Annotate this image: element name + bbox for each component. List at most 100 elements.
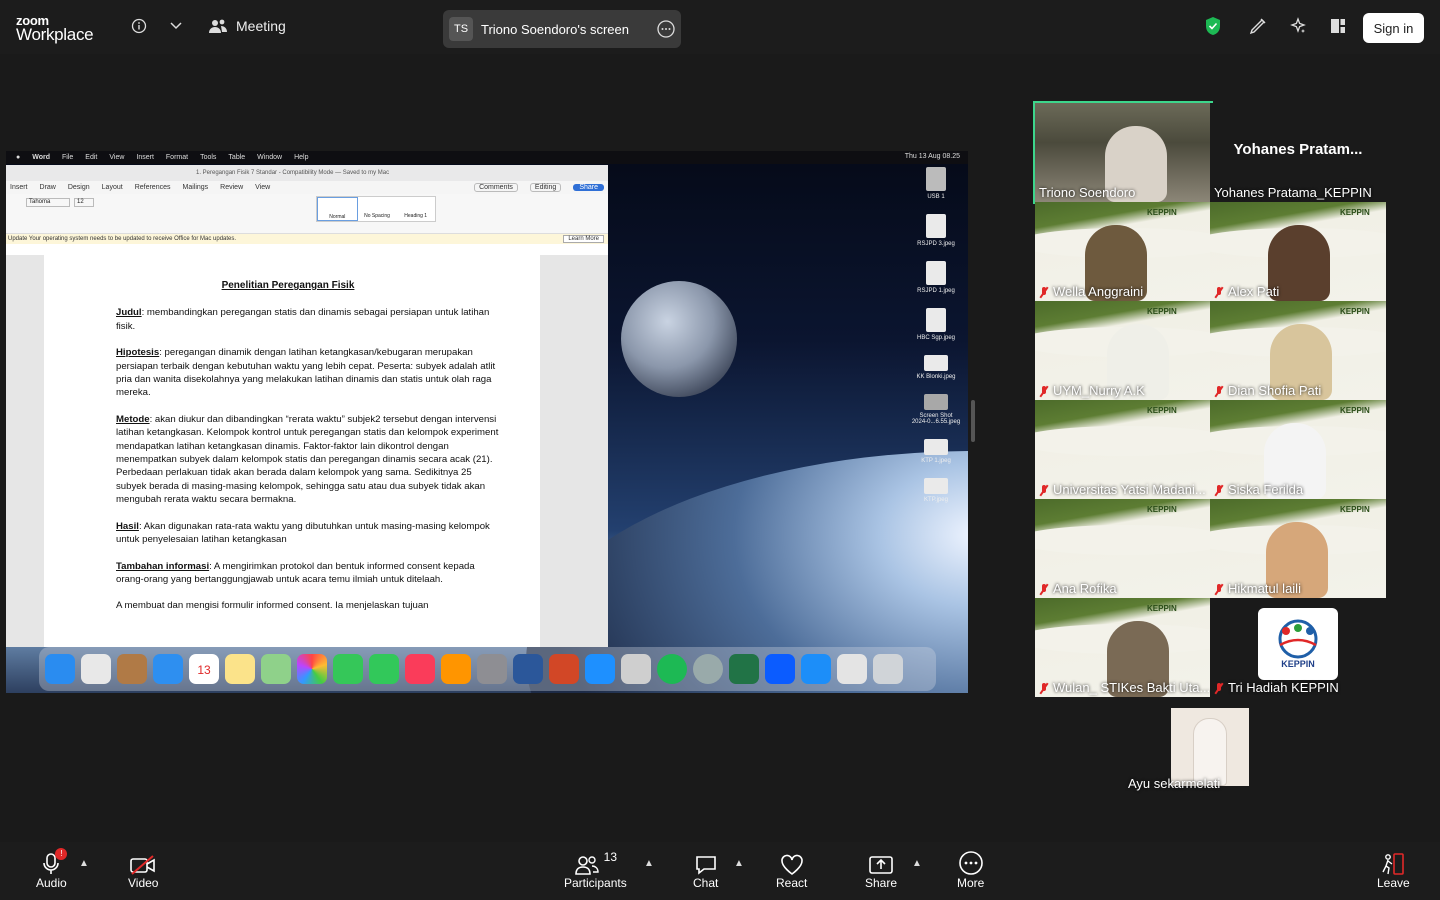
desktop-file: KTP.jpeg (911, 478, 961, 503)
participants-icon: 13 (574, 850, 617, 876)
participant-name-large: Yohanes Pratam... (1233, 141, 1363, 158)
participant-name: Universitas Yatsi Madani... (1053, 482, 1206, 497)
sign-in-button[interactable]: Sign in (1363, 13, 1424, 43)
participants-options-caret[interactable]: ▲ (644, 858, 654, 869)
word-title-bar: 1. Peregangan Fisik 7 Standar - Compatib… (6, 165, 608, 181)
annotate-icon[interactable] (1246, 14, 1270, 38)
video-tile-hikmatul[interactable]: KEPPIN Hikmatul laili (1210, 499, 1386, 598)
doc-paragraph: Tambahan informasi: A mengirimkan protok… (116, 560, 475, 585)
desktop-file: RSJPD 1.jpeg (911, 261, 961, 294)
video-tile-wulan[interactable]: KEPPIN Wulan_ STIKes Bakti Uta... (1035, 598, 1211, 697)
video-tile-tri-hadiah[interactable]: KEPPIN Tri Hadiah KEPPIN (1210, 598, 1386, 697)
styles-gallery: Normal No Spacing Heading 1 (316, 196, 436, 222)
messages-icon (333, 654, 363, 684)
screen-share-label: Triono Soendoro's screen (481, 21, 629, 37)
music-icon (405, 654, 435, 684)
audio-alert-badge: ! (55, 848, 68, 860)
chevron-down-icon[interactable] (164, 14, 188, 38)
more-label: More (957, 876, 985, 890)
tab-layout: Layout (101, 184, 123, 191)
participant-name: Ana Rofika (1053, 581, 1117, 596)
document-page: Penelitian Peregangan Fisik Judul: memba… (44, 255, 540, 647)
participant-name: UYM_Nurry A.K (1053, 383, 1145, 398)
participants-button[interactable]: 13 Participants (564, 850, 627, 890)
facetime-icon (369, 654, 399, 684)
video-tile-alex[interactable]: KEPPIN Alex Pati (1210, 202, 1386, 301)
more-options-icon[interactable] (657, 20, 675, 41)
books-icon (441, 654, 471, 684)
word-app-icon (513, 654, 543, 684)
share-doc-button: Share (573, 184, 604, 191)
top-bar: zoom Workplace Meeting TS Triono Soendor… (0, 0, 1440, 54)
audio-button[interactable]: ! Audio (36, 848, 68, 890)
app-store-icon (801, 654, 831, 684)
video-tile-yatsi[interactable]: KEPPIN Universitas Yatsi Madani... (1035, 400, 1211, 499)
leave-button[interactable]: Leave (1377, 850, 1410, 890)
view-layout-icon[interactable] (1326, 14, 1350, 38)
powerpoint-icon (549, 654, 579, 684)
video-tile-siska[interactable]: KEPPIN Siska Ferilda (1210, 400, 1386, 499)
mic-muted-icon (1039, 484, 1049, 495)
video-off-icon (129, 850, 157, 876)
panel-resize-handle[interactable] (971, 400, 975, 442)
screen-share-indicator[interactable]: TS Triono Soendoro's screen (443, 10, 681, 48)
notes-icon (225, 654, 255, 684)
video-button[interactable]: Video (128, 850, 158, 890)
more-button[interactable]: More (957, 850, 984, 890)
chat-options-caret[interactable]: ▲ (734, 858, 744, 869)
video-tile-nurry[interactable]: KEPPIN UYM_Nurry A.K (1035, 301, 1211, 400)
video-tile-ayu[interactable] (1171, 708, 1249, 786)
participant-name: Alex Pati (1228, 284, 1280, 299)
ai-companion-icon[interactable] (1286, 14, 1310, 38)
tab-design: Design (67, 184, 90, 191)
keppin-banner-text: KEPPIN (1147, 307, 1177, 316)
keppin-banner-text: KEPPIN (1340, 307, 1370, 316)
share-button[interactable]: Share (865, 850, 897, 890)
video-tile-dian[interactable]: KEPPIN Dian Shofia Pati (1210, 301, 1386, 400)
meeting-info[interactable]: Meeting (208, 18, 286, 34)
participant-name: Hikmatul laili (1228, 581, 1301, 596)
people-icon (209, 19, 227, 33)
mic-muted-icon (1039, 682, 1049, 693)
video-tile-triono[interactable]: Triono Soendoro (1033, 101, 1213, 204)
chat-button[interactable]: Chat (693, 850, 718, 890)
update-banner: Update Your operating system needs to be… (6, 234, 608, 244)
microphone-icon: ! (41, 848, 68, 876)
tab-view: View (255, 184, 271, 191)
react-label: React (776, 876, 808, 890)
info-icon[interactable] (127, 14, 151, 38)
shared-screen: ● Word File Edit View Insert Format Tool… (6, 151, 968, 693)
calendar-icon: 13 (189, 654, 219, 684)
meeting-label: Meeting (236, 18, 286, 34)
react-button[interactable]: React (776, 850, 807, 890)
shield-icon[interactable] (1201, 14, 1225, 38)
share-options-caret[interactable]: ▲ (912, 858, 922, 869)
menu-file: File (62, 154, 74, 161)
video-tile-yohanes[interactable]: Yohanes Pratam... Yohanes Pratama_KEPPIN (1210, 103, 1386, 202)
menu-insert: Insert (136, 154, 154, 161)
video-tile-ana[interactable]: KEPPIN Ana Rofika (1035, 499, 1211, 598)
comments-button: Comments (474, 183, 518, 192)
maps-icon (261, 654, 291, 684)
document-title: Penelitian Peregangan Fisik (221, 280, 355, 291)
more-icon (958, 850, 984, 876)
chat-label: Chat (693, 876, 719, 890)
video-tile-wella[interactable]: KEPPIN Wella Anggraini (1035, 202, 1211, 301)
doc-paragraph: Judul: membandingkan peregangan statis d… (116, 307, 490, 332)
tab-references: References (134, 184, 171, 191)
participant-name: Siska Ferilda (1228, 482, 1304, 497)
editing-button: Editing (529, 183, 562, 192)
tab-draw: Draw (39, 184, 56, 191)
menu-view: View (109, 154, 125, 161)
keppin-banner-text: KEPPIN (1147, 406, 1177, 415)
audio-options-caret[interactable]: ▲ (79, 858, 89, 869)
font-name-field: Tahoma (26, 198, 70, 207)
menu-edit: Edit (85, 154, 98, 161)
zoom-logo: zoom Workplace (16, 13, 94, 44)
contacts-icon (117, 654, 147, 684)
keppin-banner-text: KEPPIN (1340, 505, 1370, 514)
preview-icon (621, 654, 651, 684)
document-icon (837, 654, 867, 684)
mic-muted-icon (1039, 583, 1049, 594)
participant-name: Wulan_ STIKes Bakti Uta... (1053, 680, 1211, 695)
